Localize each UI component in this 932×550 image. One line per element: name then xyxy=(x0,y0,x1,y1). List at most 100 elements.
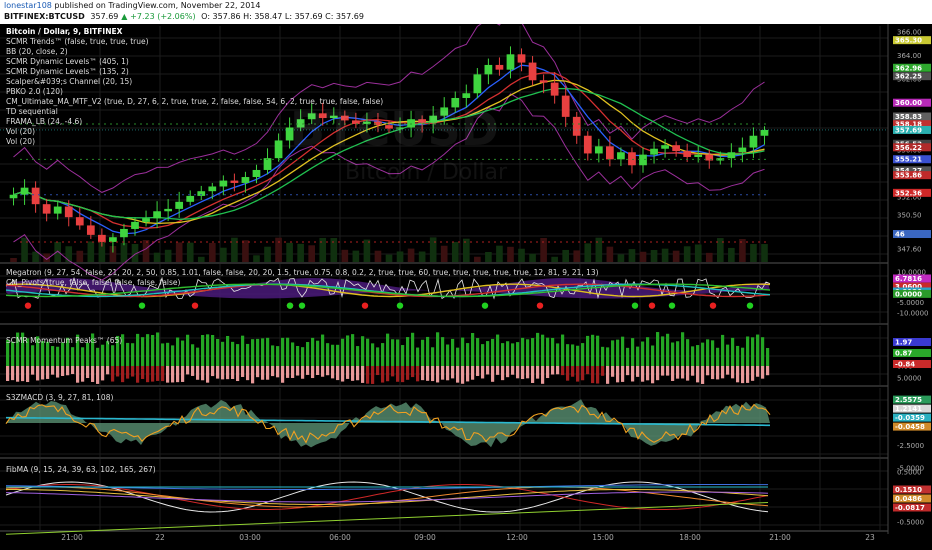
momentum-bar-down xyxy=(586,366,590,375)
momentum-bar-down xyxy=(766,366,770,376)
momentum-title[interactable]: SCMR Momentum Peaks™ (65) xyxy=(6,336,122,346)
pivot-dot-red xyxy=(361,302,369,309)
publish-info: published on TradingView.com, November 2… xyxy=(54,1,261,10)
momentum-bar-down xyxy=(636,366,640,377)
volume-bar xyxy=(683,246,691,262)
momentum-bar-up xyxy=(746,336,750,366)
indicator-label[interactable]: SCMR Trends™ (false, true, true, true) xyxy=(6,37,149,47)
volume-bar xyxy=(562,249,570,262)
macd-title[interactable]: S3ZMACD (3, 9, 27, 81, 108) xyxy=(6,393,113,403)
candle-body xyxy=(639,154,647,166)
momentum-bar-up xyxy=(601,346,605,366)
indicator-label[interactable]: FRAMA_LB (24, -4.6) xyxy=(6,117,82,127)
momentum-bar-up xyxy=(176,337,180,366)
momentum-bar-up xyxy=(361,336,365,366)
momentum-bar-down xyxy=(526,366,530,379)
time-tick-label: 22 xyxy=(155,533,165,542)
momentum-bar-down xyxy=(196,366,200,380)
momentum-bar-up xyxy=(671,342,675,366)
megatron-title[interactable]: Megatron (9, 27, 54, false, 21, 20, 2, 5… xyxy=(6,268,599,278)
momentum-bar-down xyxy=(51,366,55,375)
momentum-bar-up xyxy=(256,338,260,366)
megatron-tick-label: -5.0000 xyxy=(897,299,924,307)
momentum-bar-down xyxy=(306,366,310,375)
indicator-label[interactable]: BB (20, close, 2) xyxy=(6,47,68,57)
volume-bar xyxy=(286,242,293,262)
momentum-bar-up xyxy=(111,345,115,366)
momentum-bar-down xyxy=(761,366,765,379)
indicator-label[interactable]: CM_Ultimate_MA_MTF_V2 (true, D, 27, 6, 2… xyxy=(6,97,383,107)
volume-bar xyxy=(142,240,150,262)
indicator-label[interactable]: Vol (20) xyxy=(6,127,35,137)
volume-bar xyxy=(175,242,183,262)
momentum-bar-up xyxy=(396,339,400,366)
momentum-bar-up xyxy=(591,334,595,366)
candle-body xyxy=(42,204,51,214)
momentum-bar-down xyxy=(81,366,85,382)
momentum-bar-up xyxy=(506,341,510,366)
candle-body xyxy=(583,135,592,154)
momentum-bar-down xyxy=(676,366,680,379)
momentum-bar-down xyxy=(601,366,605,376)
momentum-bar-down xyxy=(416,366,420,382)
momentum-bar-up xyxy=(491,338,495,366)
volume-bar xyxy=(65,246,73,262)
candle-body xyxy=(131,221,139,229)
momentum-bar-down xyxy=(301,366,305,379)
indicator-label[interactable]: TD sequential xyxy=(6,107,58,117)
momentum-bar-down xyxy=(271,366,275,377)
price-badge-text: 362.96 xyxy=(895,64,922,72)
momentum-bar-up xyxy=(341,338,345,366)
momentum-bar-up xyxy=(381,343,385,366)
indicator-label[interactable]: PBKO 2.0 (120) xyxy=(6,87,63,97)
fibma-title[interactable]: FibMA (9, 15, 24, 39, 63, 102, 165, 267) xyxy=(6,465,156,475)
momentum-bar-up xyxy=(581,343,585,366)
momentum-bar-down xyxy=(176,366,180,383)
author-name[interactable]: lonestar108 xyxy=(4,1,52,10)
volume-bar xyxy=(186,242,194,262)
momentum-bar-up xyxy=(151,334,155,366)
price-tick-label: 366.00 xyxy=(897,28,922,36)
pivots-title[interactable]: CM_Pivots (true, false, false, false, fa… xyxy=(6,278,180,288)
momentum-bar-up xyxy=(731,337,735,366)
candle-body xyxy=(64,206,73,218)
momentum-bar-down xyxy=(576,366,580,382)
momentum-bar-down xyxy=(131,366,135,377)
momentum-bar-up xyxy=(561,334,565,366)
volume-bar xyxy=(120,242,128,262)
momentum-bar-down xyxy=(486,366,490,375)
indicator-label[interactable]: Scalper&#039;s Channel (20, 15) xyxy=(6,77,132,87)
momentum-bar-down xyxy=(386,366,390,382)
pivot-dot-red xyxy=(648,302,656,309)
momentum-bar-down xyxy=(16,366,20,382)
fibma-tick-label: 0.5000 xyxy=(897,469,922,477)
volume-bar xyxy=(628,249,636,262)
candle-body xyxy=(650,148,658,155)
momentum-bar-down xyxy=(466,366,470,382)
indicator-label[interactable]: Vol (20) xyxy=(6,137,35,147)
momentum-bar-down xyxy=(446,366,450,381)
volume-bar xyxy=(396,251,404,262)
momentum-bar-up xyxy=(306,341,310,366)
indicator-label[interactable]: SCMR Dynamic Levels™ (405, 1) xyxy=(6,57,129,67)
momentum-bar-up xyxy=(61,342,65,366)
price-badge-text: 353.86 xyxy=(895,172,922,180)
momentum-bar-down xyxy=(571,366,575,377)
momentum-bar-down xyxy=(371,366,375,384)
momentum-bar-up xyxy=(721,334,725,366)
momentum-bar-down xyxy=(686,366,690,381)
volume-bar xyxy=(474,256,481,262)
momentum-bar-up xyxy=(146,334,150,366)
momentum-bar-up xyxy=(656,332,660,366)
momentum-bar-up xyxy=(81,347,85,366)
momentum-bar-up xyxy=(321,334,325,366)
time-tick-label: 15:00 xyxy=(592,533,614,542)
candle-body xyxy=(572,116,581,136)
momentum-bar-up xyxy=(461,337,465,366)
candle-body xyxy=(617,152,625,160)
momentum-bar-down xyxy=(161,366,165,382)
momentum-bar-up xyxy=(216,339,220,366)
indicator-label[interactable]: SCMR Dynamic Levels™ (135, 2) xyxy=(6,67,129,77)
momentum-bar-down xyxy=(666,366,670,376)
momentum-bar-up xyxy=(346,335,350,366)
